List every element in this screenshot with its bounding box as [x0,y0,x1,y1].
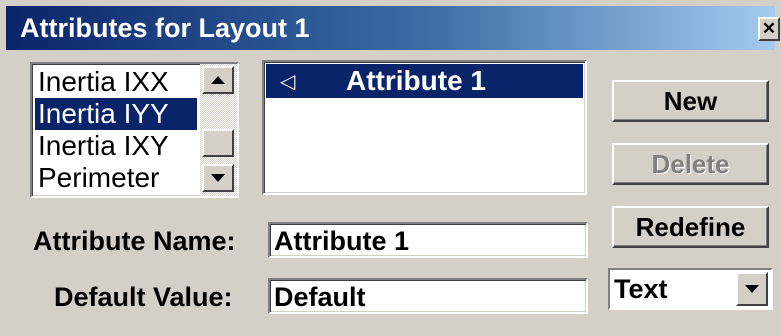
dropdown-button[interactable] [736,272,768,306]
attribute-name-label: Attribute Name: [33,226,236,256]
list-scrollbar[interactable] [200,64,237,196]
close-icon: ✕ [761,19,777,38]
list-item-inertia-iyy[interactable]: Inertia IYY [35,98,197,130]
attributes-list[interactable]: ◁ Attribute 1 [262,60,587,195]
scroll-up-button[interactable] [202,66,234,94]
window-title: Attributes for Layout 1 [20,13,310,43]
scroll-thumb[interactable] [202,129,234,157]
new-button[interactable]: New [612,80,769,122]
list-item-perimeter[interactable]: Perimeter [35,162,197,194]
attribute-name-field[interactable]: Attribute 1 [268,222,588,258]
chevron-down-icon [745,285,759,293]
default-value-label: Default Value: [54,282,233,312]
arrow-down-icon [211,174,225,182]
close-button[interactable]: ✕ [758,17,780,41]
attribute-type-list[interactable]: Inertia IXX Inertia IYY Inertia IXY Peri… [30,62,239,198]
attribute-name-value: Attribute 1 [274,226,409,256]
type-select-value: Text [614,274,668,304]
scroll-down-button[interactable] [202,164,234,192]
list-item-inertia-ixx[interactable]: Inertia IXX [35,66,197,98]
attribute-type-select[interactable]: Text [608,268,773,310]
redefine-button[interactable]: Redefine [612,206,769,248]
default-value-value: Default [274,282,366,312]
attributes-dialog: Attributes for Layout 1 ✕ Inertia IXX In… [0,0,781,336]
attribute-label: Attribute 1 [346,65,486,96]
list-item-attribute-1[interactable]: ◁ Attribute 1 [266,64,583,98]
default-value-field[interactable]: Default [268,278,588,314]
list-item-inertia-ixy[interactable]: Inertia IXY [35,130,197,162]
title-bar[interactable]: Attributes for Layout 1 ✕ [6,6,780,50]
arrow-up-icon [211,76,225,84]
delete-button[interactable]: Delete [612,143,769,185]
left-arrow-icon: ◁ [280,71,296,93]
